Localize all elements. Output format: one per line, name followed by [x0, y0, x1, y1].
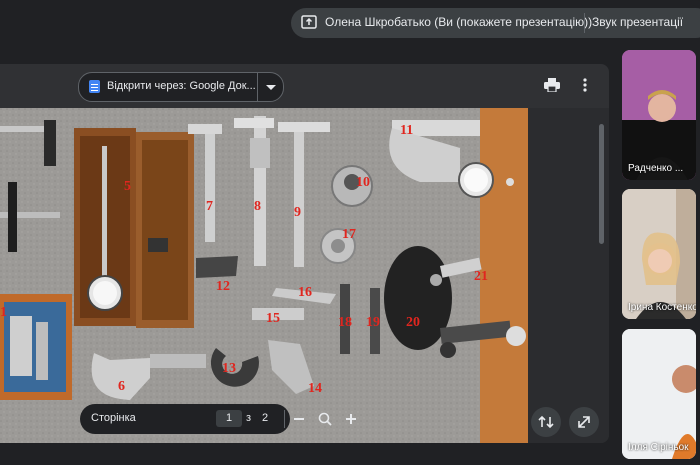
zoom-out-icon[interactable] [294, 418, 304, 420]
photo-label-8: 8 [254, 199, 261, 214]
photo-label-12: 12 [216, 279, 230, 294]
open-with-label: Відкрити через: Google Док... [107, 80, 256, 92]
photo-label-4: 1 [0, 305, 7, 320]
participant-video [622, 189, 696, 319]
fullscreen-button[interactable] [569, 407, 599, 437]
photo-label-10: 10 [356, 175, 370, 190]
photo-label-16: 16 [298, 285, 312, 300]
participant-name: Ірина Костенко [628, 302, 696, 313]
photo-label-13: 13 [222, 361, 236, 376]
participant-tile[interactable]: Ілля Сіріньок [622, 329, 696, 459]
more-vert-icon[interactable] [583, 78, 587, 92]
google-docs-icon [89, 80, 100, 93]
page-of-label: з [246, 412, 252, 424]
document-photo: 5 7 8 9 10 11 12 13 14 15 16 17 18 19 20… [0, 108, 528, 443]
photo-label-15: 15 [266, 311, 280, 326]
top-bar: Олена Шкробатько (Ви (покажете презентац… [0, 0, 700, 48]
open-with-divider [257, 73, 258, 101]
scrollbar[interactable] [599, 124, 604, 244]
print-icon[interactable] [544, 78, 560, 92]
chevron-down-icon[interactable] [266, 85, 276, 90]
present-screen-icon [301, 15, 317, 29]
participant-name: Радченко ... [628, 163, 684, 174]
background-docs-panel [528, 108, 609, 443]
page-label: Сторінка [91, 412, 136, 424]
photo-label-20: 20 [406, 315, 420, 330]
photo-label-17: 17 [342, 227, 356, 242]
photo-label-14: 14 [308, 381, 322, 396]
banner-divider [584, 13, 585, 33]
photo-label-19: 19 [366, 315, 380, 330]
photo-label-18: 18 [338, 315, 352, 330]
participant-video [622, 50, 696, 180]
instruments-photo: 5 7 8 9 10 11 12 13 14 15 16 17 18 19 20… [0, 108, 528, 443]
page-number-input[interactable]: 1 [216, 410, 242, 427]
presenter-label: Олена Шкробатько (Ви (покажете презентац… [325, 15, 593, 29]
page-navigator: Сторінка 1 з 2 [80, 404, 356, 434]
presenting-banner: Олена Шкробатько (Ви (покажете презентац… [291, 8, 700, 38]
shared-document-viewer: Відкрити через: Google Док... 5 7 8 9 10… [0, 64, 609, 443]
participant-name: Ілля Сіріньок [628, 442, 689, 453]
zoom-search-icon[interactable] [318, 412, 332, 426]
presentation-sound-label: Звук презентації [592, 15, 684, 29]
photo-label-21: 21 [474, 269, 488, 284]
pager-divider [284, 410, 285, 428]
photo-label-6: 6 [118, 379, 125, 394]
expand-icon [578, 416, 590, 428]
photo-label-11: 11 [400, 123, 413, 138]
participant-tile[interactable]: Ірина Костенко [622, 189, 696, 319]
photo-label-9: 9 [294, 205, 301, 220]
page-total: 2 [262, 412, 269, 424]
participant-video [622, 329, 696, 459]
swap-button[interactable] [531, 407, 561, 437]
participant-tile[interactable]: Радченко ... [622, 50, 696, 180]
open-with-button[interactable]: Відкрити через: Google Док... [78, 72, 284, 102]
photo-label-5: 5 [124, 179, 131, 194]
swap-vert-icon [538, 415, 554, 429]
photo-label-7: 7 [206, 199, 213, 214]
